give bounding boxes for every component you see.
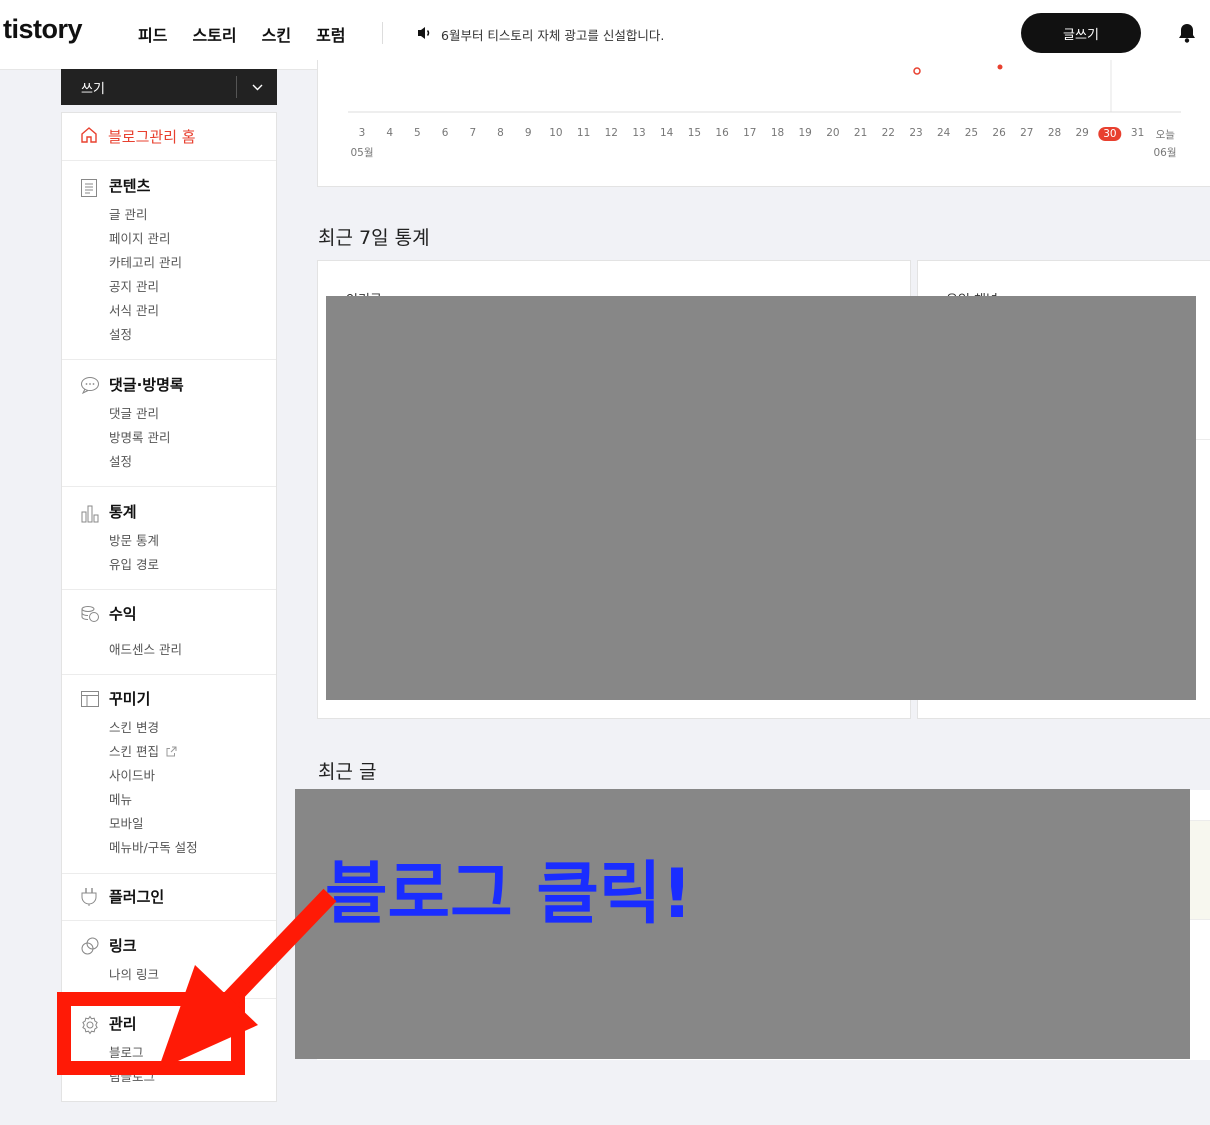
annotation-arrow bbox=[158, 888, 337, 1070]
